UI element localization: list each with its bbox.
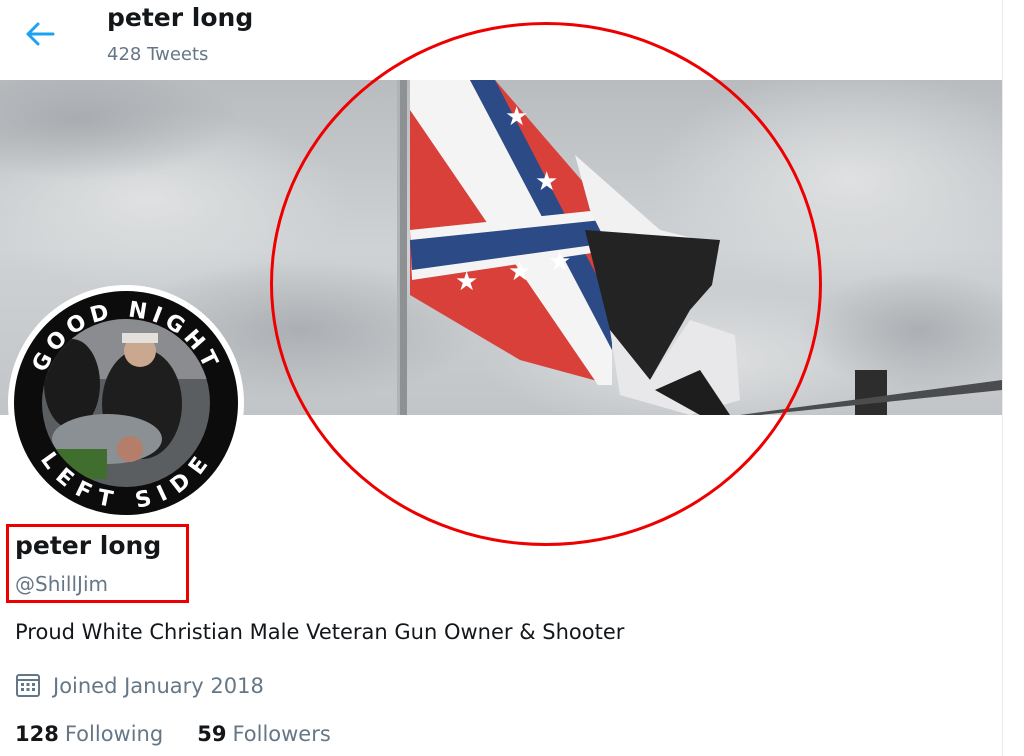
followers-label: Followers [232, 722, 331, 746]
arrow-left-icon [26, 22, 55, 46]
profile-bio: Proud White Christian Male Veteran Gun O… [15, 620, 625, 644]
joined-text: Joined January 2018 [53, 674, 264, 698]
avatar-image: GOOD NIGHT LEFT SIDE [14, 291, 238, 515]
following-label: Following [64, 722, 164, 746]
profile-avatar[interactable]: GOOD NIGHT LEFT SIDE [8, 285, 244, 521]
svg-text:★: ★ [548, 247, 571, 277]
page-border [1002, 0, 1003, 756]
following-count: 128 [15, 722, 59, 746]
profile-stats: 128 Following 59 Followers [15, 722, 365, 746]
following-link[interactable]: 128 Following [15, 722, 163, 746]
followers-link[interactable]: 59 Followers [197, 722, 331, 746]
calendar-icon [15, 672, 43, 700]
tweet-count: 428 Tweets [107, 44, 209, 65]
svg-text:★: ★ [505, 102, 528, 132]
header-title: peter long [107, 3, 254, 32]
svg-text:★: ★ [508, 257, 531, 287]
joined-date: Joined January 2018 [15, 672, 264, 700]
svg-text:★: ★ [535, 167, 558, 197]
svg-text:★: ★ [455, 267, 478, 297]
followers-count: 59 [197, 722, 227, 746]
back-button[interactable] [20, 14, 60, 54]
profile-handle: @ShillJim [15, 572, 108, 596]
profile-header: peter long 428 Tweets [0, 0, 1002, 78]
profile-name: peter long [15, 531, 162, 560]
